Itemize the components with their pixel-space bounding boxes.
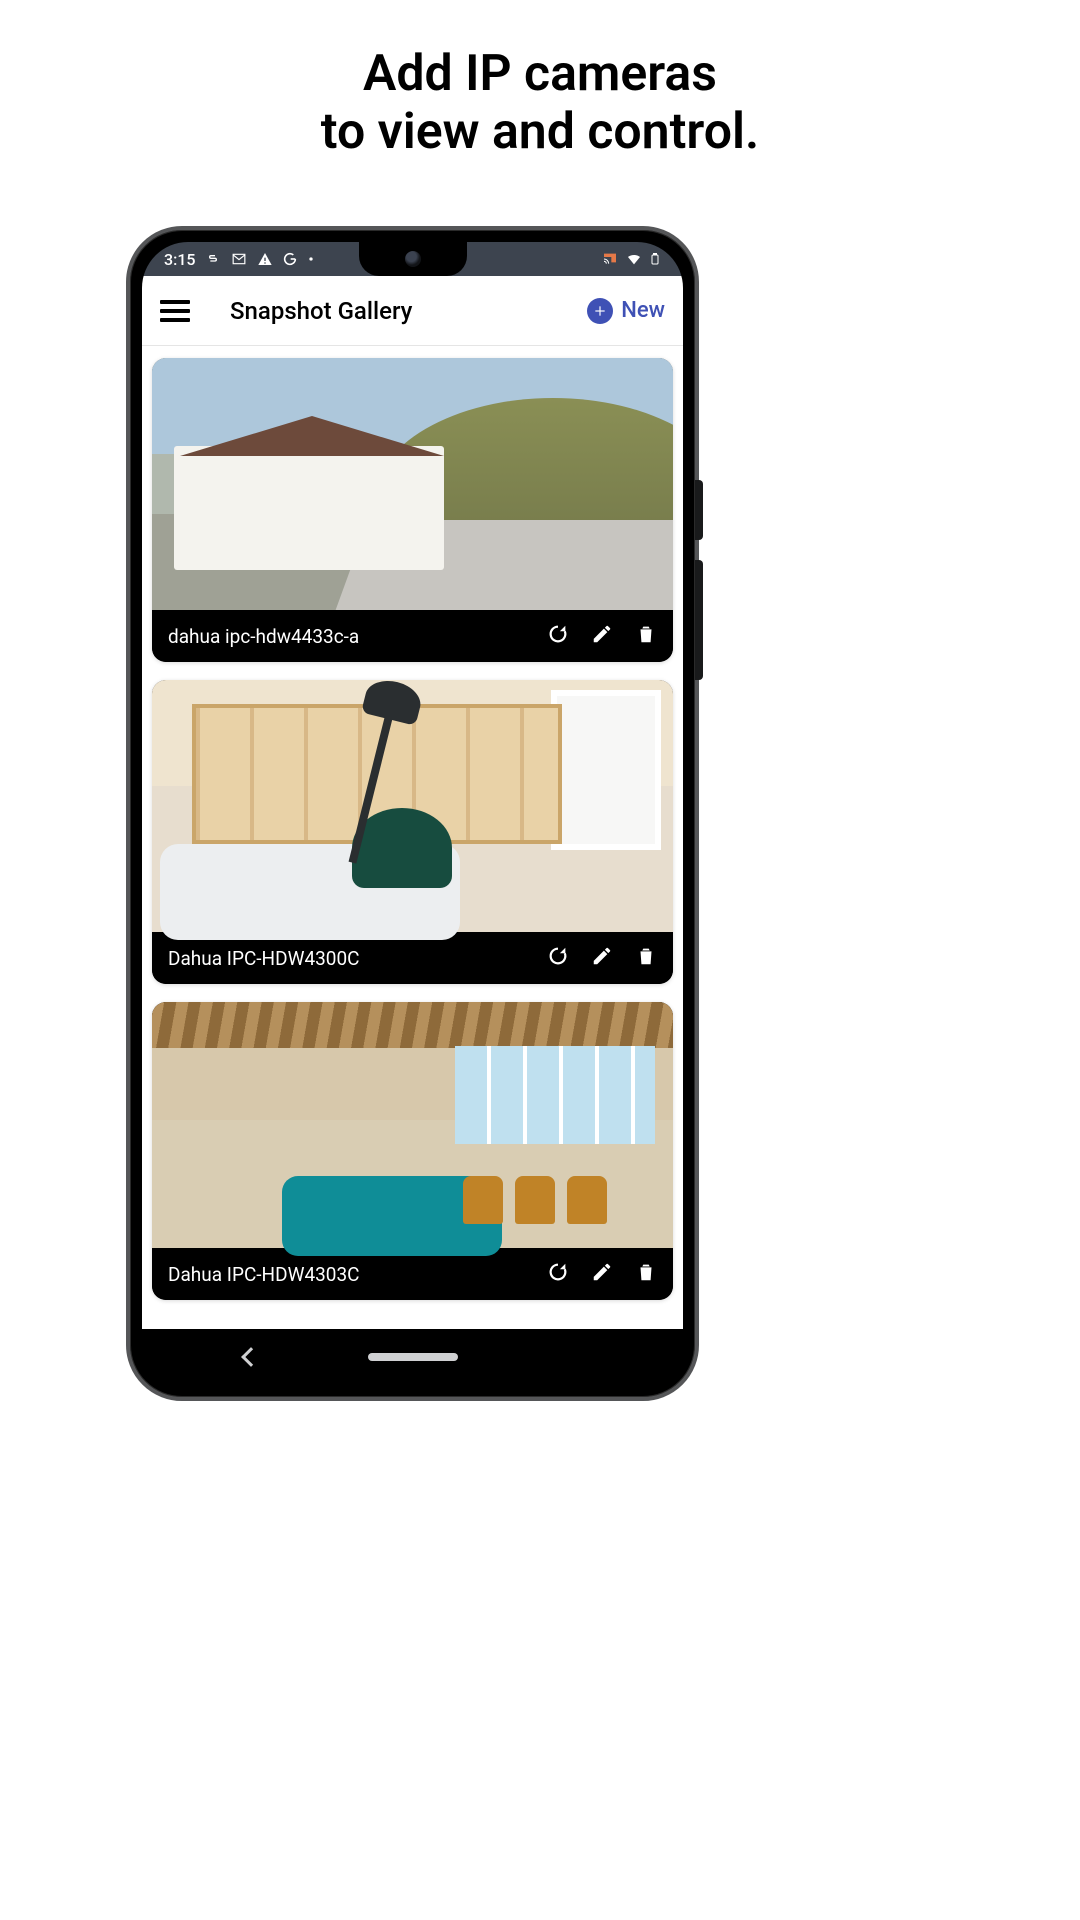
delete-button[interactable] [635, 1261, 657, 1288]
status-time: 3:15 [164, 250, 196, 269]
plus-icon [587, 298, 613, 324]
edit-button[interactable] [591, 623, 613, 650]
camera-label: dahua ipc-hdw4433c-a [168, 625, 359, 648]
gmail-icon [230, 252, 248, 266]
edit-button[interactable] [591, 945, 613, 972]
phone-screen: 3:15 [142, 242, 683, 1385]
camera-label: Dahua IPC-HDW4300C [168, 947, 360, 970]
nav-home-button[interactable] [368, 1353, 458, 1361]
wifi-icon [625, 251, 643, 267]
refresh-button[interactable] [547, 623, 569, 650]
battery-icon [649, 250, 661, 268]
camera-list[interactable]: dahua ipc-hdw4433c-a Dahua IPC-HDW4300C [142, 346, 683, 1329]
nav-back-button[interactable] [241, 1347, 261, 1367]
delete-button[interactable] [635, 945, 657, 972]
delete-button[interactable] [635, 623, 657, 650]
camera-label: Dahua IPC-HDW4303C [168, 1263, 360, 1286]
phone-side-button [695, 560, 703, 680]
promo-headline: Add IP cameras to view and control. [0, 46, 1080, 161]
new-button[interactable]: New [587, 298, 665, 324]
phone-frame: 3:15 [126, 226, 699, 1401]
camera-caption: dahua ipc-hdw4433c-a [152, 610, 673, 662]
app-bar: Snapshot Gallery New [142, 276, 683, 346]
status-bar: 3:15 [142, 242, 683, 276]
android-nav-bar [142, 1329, 683, 1385]
menu-button[interactable] [160, 300, 190, 322]
new-button-label: New [621, 298, 665, 323]
status-left: 3:15 [164, 250, 315, 269]
refresh-button[interactable] [547, 1261, 569, 1288]
google-g-icon [282, 251, 298, 267]
promo-line-1: Add IP cameras [0, 46, 1080, 104]
phone-notch [359, 242, 467, 276]
status-right [601, 250, 661, 268]
promo-line-2: to view and control. [0, 104, 1080, 162]
letter-s-icon [205, 251, 221, 267]
warning-icon [257, 251, 273, 267]
dot-icon [307, 255, 315, 263]
camera-thumbnail[interactable] [152, 358, 673, 610]
camera-card[interactable]: Dahua IPC-HDW4303C [152, 1002, 673, 1300]
page-title: Snapshot Gallery [230, 297, 412, 325]
camera-thumbnail[interactable] [152, 680, 673, 932]
edit-button[interactable] [591, 1261, 613, 1288]
camera-card[interactable]: Dahua IPC-HDW4300C [152, 680, 673, 984]
refresh-button[interactable] [547, 945, 569, 972]
camera-thumbnail[interactable] [152, 1002, 673, 1248]
camera-card[interactable]: dahua ipc-hdw4433c-a [152, 358, 673, 662]
cast-icon [601, 251, 619, 267]
phone-side-button [695, 480, 703, 540]
